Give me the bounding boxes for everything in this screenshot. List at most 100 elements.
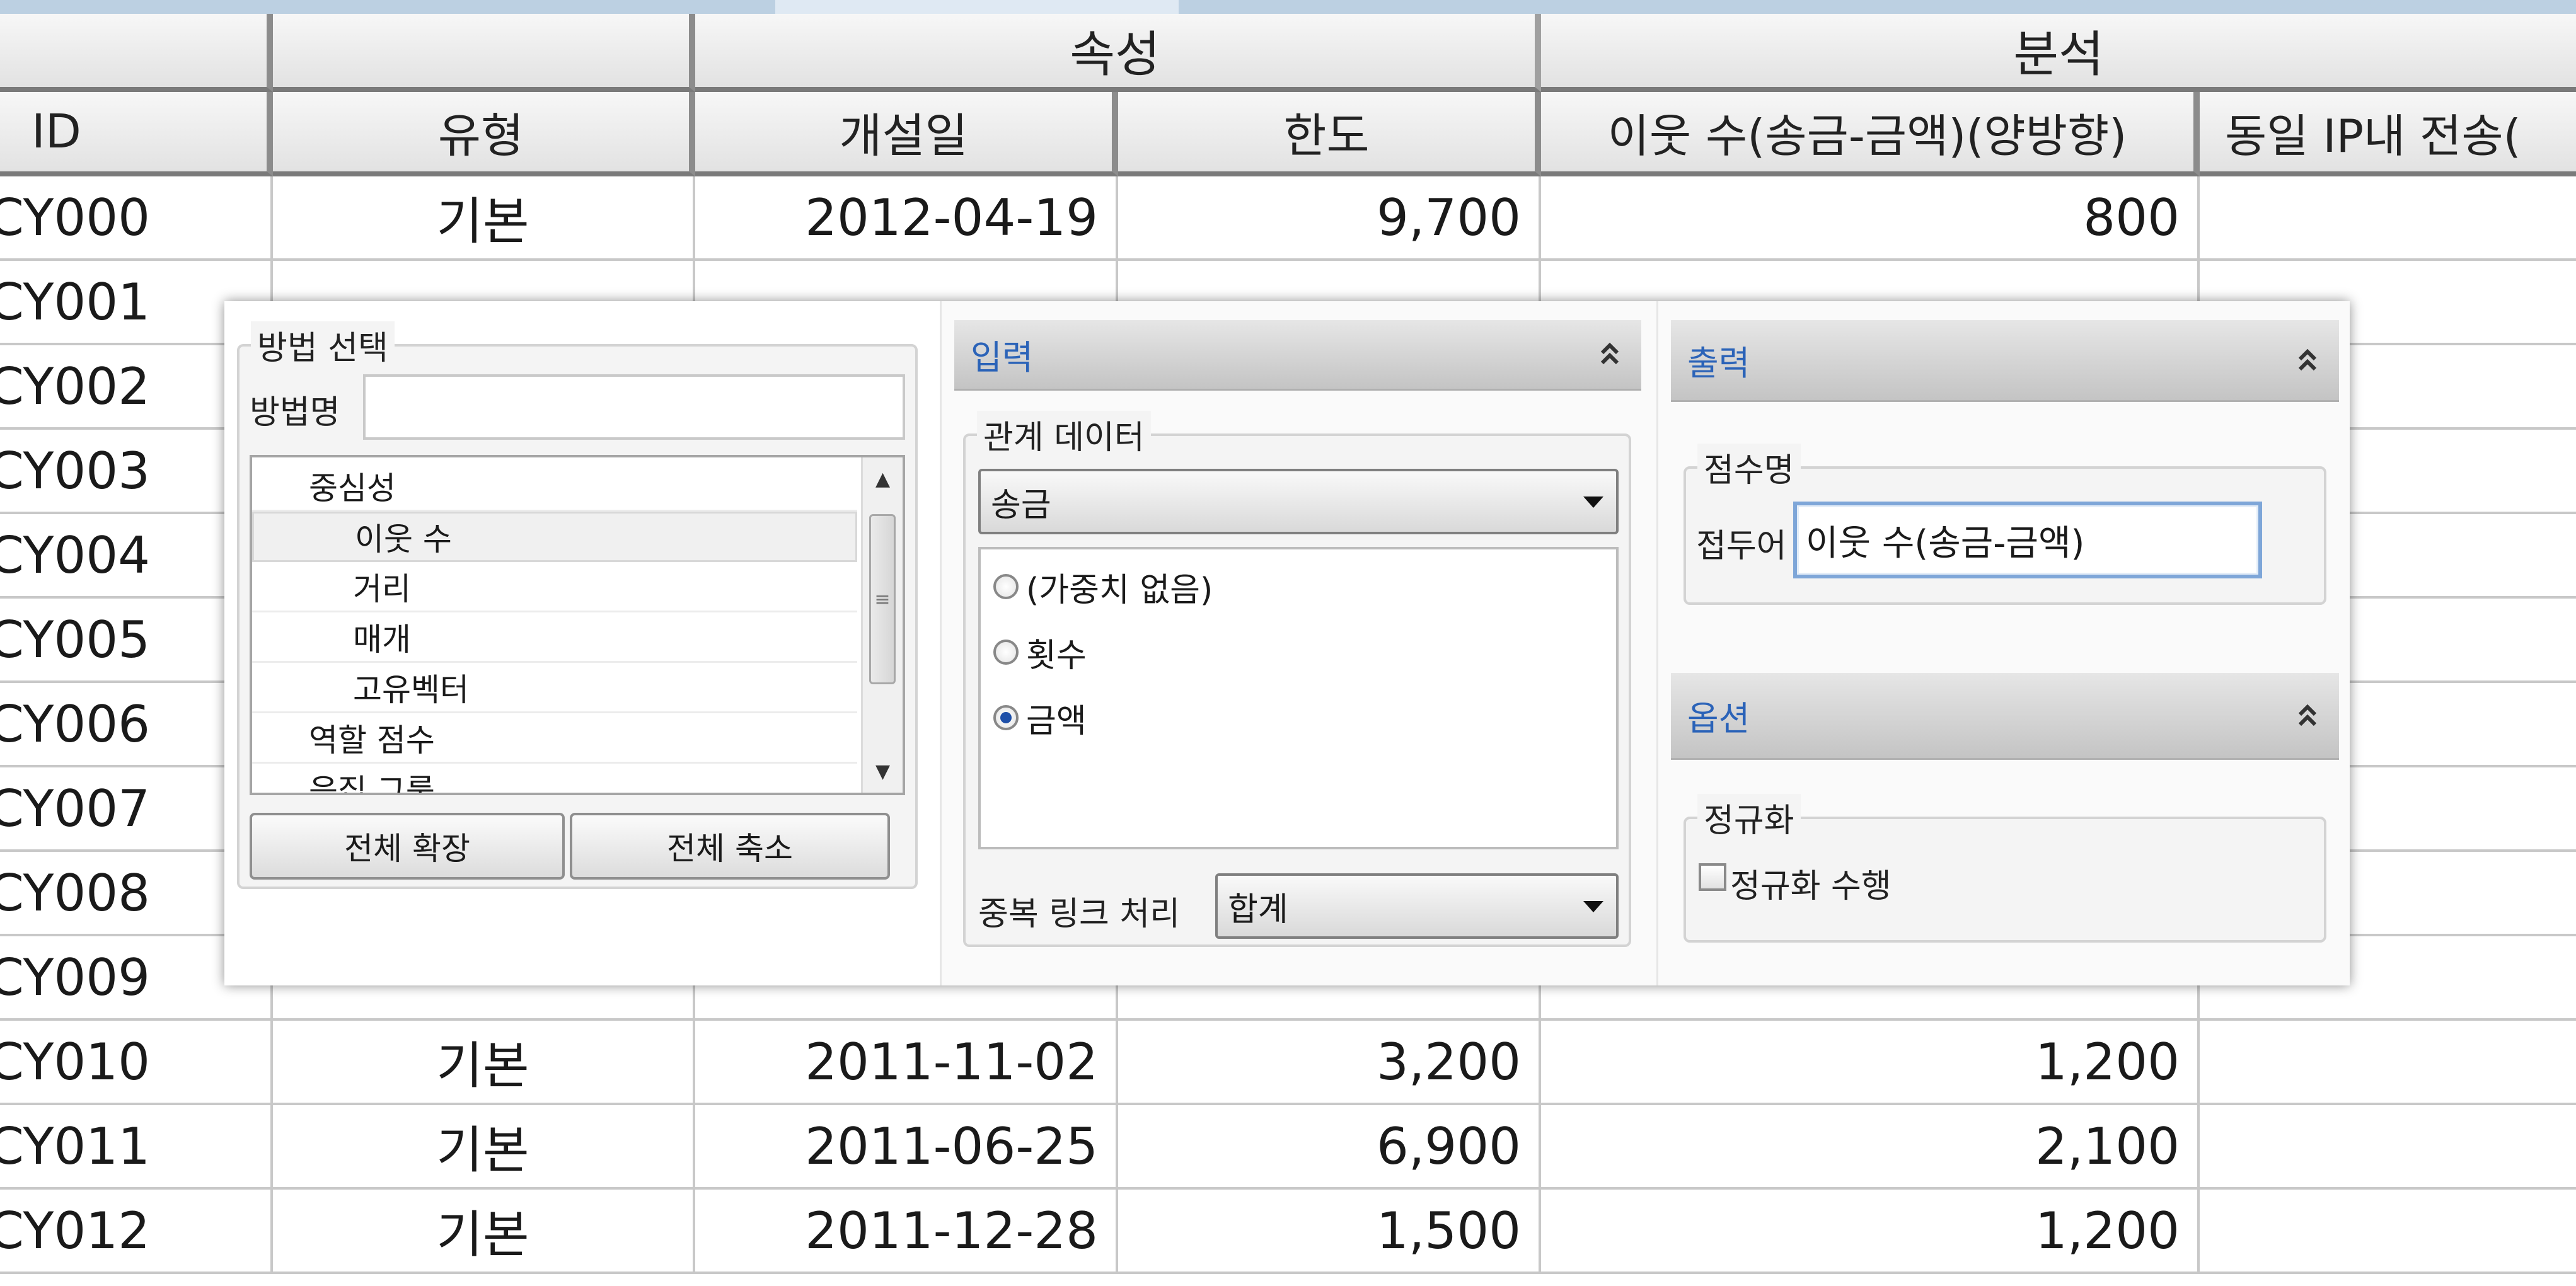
radio-button[interactable] bbox=[993, 705, 1019, 730]
column-header-same-ip-transfer[interactable]: 동일 IP내 전송( bbox=[2200, 92, 2576, 176]
column-header-open-date[interactable]: 개설일 bbox=[695, 92, 1118, 176]
column-header-id[interactable]: ID bbox=[0, 92, 273, 176]
cell-limit[interactable]: 1,500 bbox=[1118, 1190, 1541, 1274]
score-name-legend: 점수명 bbox=[1697, 444, 1801, 491]
cell-same-ip-transfer[interactable] bbox=[2200, 1105, 2576, 1190]
relation-data-legend: 관계 데이터 bbox=[977, 411, 1151, 458]
scroll-thumb[interactable]: ≡ bbox=[869, 514, 896, 684]
radio-button[interactable] bbox=[993, 574, 1019, 599]
dup-link-select[interactable]: 합계 bbox=[1215, 873, 1619, 939]
collapse-up-icon[interactable] bbox=[2295, 343, 2320, 378]
cell-same-ip-transfer[interactable] bbox=[2200, 1190, 2576, 1274]
cell-id-text: CY004 bbox=[0, 525, 151, 585]
weight-radio-option[interactable]: 횟수 bbox=[993, 630, 1087, 675]
method-tree-item[interactable]: 이웃 수 bbox=[252, 512, 857, 562]
relation-data-group: 관계 데이터 송금 (가중치 없음) 횟수금액 중복 링크 처리 합계 bbox=[963, 411, 1631, 947]
input-panel: 입력 관계 데이터 송금 (가중치 없음) 횟수금액 중복 링크 처리 합계 bbox=[942, 301, 1656, 985]
method-name-input[interactable] bbox=[363, 374, 905, 440]
table-row[interactable]: CY000 기본 2012-04-19 9,700 800 bbox=[0, 176, 2576, 261]
cell-limit[interactable]: 9,700 bbox=[1118, 176, 1541, 261]
output-option-panel: 출력 점수명 접두어 이웃 수(송금-금액) 옵션 정규화 정규화 수행 bbox=[1658, 301, 2350, 985]
weight-radio-option[interactable]: (가중치 없음) bbox=[993, 565, 1213, 609]
cell-id-text: CY008 bbox=[0, 863, 151, 922]
cell-id-text: CY005 bbox=[0, 610, 151, 669]
cell-id[interactable]: CY011 bbox=[0, 1105, 273, 1190]
cell-same-ip-transfer[interactable] bbox=[2200, 176, 2576, 261]
cell-limit[interactable]: 3,200 bbox=[1118, 1021, 1541, 1105]
prefix-label: 접두어 bbox=[1696, 527, 1787, 565]
cell-id-text: CY012 bbox=[0, 1201, 151, 1260]
cell-type[interactable]: 기본 bbox=[273, 1105, 695, 1190]
cell-open-date[interactable]: 2011-11-02 bbox=[695, 1021, 1118, 1105]
cell-id-text: CY009 bbox=[0, 948, 151, 1007]
cell-limit[interactable]: 6,900 bbox=[1118, 1105, 1541, 1190]
scroll-down-icon[interactable]: ▼ bbox=[863, 752, 903, 790]
output-section-header[interactable]: 출력 bbox=[1671, 320, 2339, 402]
cell-limit-text: 6,900 bbox=[1376, 1117, 1521, 1176]
table-row[interactable]: CY011 기본 2011-06-25 6,900 2,100 bbox=[0, 1105, 2576, 1190]
normalize-group: 정규화 정규화 수행 bbox=[1684, 794, 2326, 943]
column-header-type[interactable]: 유형 bbox=[273, 92, 695, 176]
cell-id-text: CY002 bbox=[0, 357, 151, 416]
method-tree-item[interactable]: 응집 그룹 bbox=[252, 764, 857, 793]
method-select-group: 방법 선택 방법명 중심성 이웃 수 거리 매개 고유벡터 역할 점수 응집 그룹 ▲ ≡ … bbox=[237, 321, 918, 889]
method-tree[interactable]: 중심성 이웃 수 거리 매개 고유벡터 역할 점수 응집 그룹 ▲ ≡ ▼ bbox=[250, 455, 905, 795]
cell-neighbor-count-text: 800 bbox=[2083, 188, 2180, 247]
method-tree-item[interactable]: 거리 bbox=[252, 562, 857, 612]
chevron-down-icon bbox=[1583, 497, 1603, 508]
cell-neighbor-count[interactable]: 2,100 bbox=[1541, 1105, 2200, 1190]
cell-type[interactable]: 기본 bbox=[273, 1021, 695, 1105]
normalize-checkbox-label[interactable]: 정규화 수행 bbox=[1730, 859, 1892, 907]
relation-data-select[interactable]: 송금 bbox=[978, 469, 1619, 534]
group-header-blank-1 bbox=[0, 14, 273, 92]
table-row[interactable]: CY010 기본 2011-11-02 3,200 1,200 bbox=[0, 1021, 2576, 1105]
cell-neighbor-count-text: 1,200 bbox=[2035, 1032, 2180, 1091]
collapse-up-icon[interactable] bbox=[1597, 336, 1622, 372]
dup-link-value: 합계 bbox=[1228, 890, 1288, 929]
cell-id-text: CY003 bbox=[0, 441, 151, 500]
cell-open-date[interactable]: 2011-06-25 bbox=[695, 1105, 1118, 1190]
method-select-panel: 방법 선택 방법명 중심성 이웃 수 거리 매개 고유벡터 역할 점수 응집 그룹 ▲ ≡ … bbox=[224, 301, 940, 985]
centrality-method-dialog: 방법 선택 방법명 중심성 이웃 수 거리 매개 고유벡터 역할 점수 응집 그룹 ▲ ≡ … bbox=[224, 301, 2350, 985]
column-header-limit[interactable]: 한도 bbox=[1118, 92, 1541, 176]
cell-neighbor-count[interactable]: 1,200 bbox=[1541, 1021, 2200, 1105]
cell-id[interactable]: CY012 bbox=[0, 1190, 273, 1274]
prefix-input[interactable]: 이웃 수(송금-금액) bbox=[1793, 502, 2262, 578]
method-tree-item[interactable]: 고유벡터 bbox=[252, 663, 857, 713]
cell-same-ip-transfer[interactable] bbox=[2200, 1021, 2576, 1105]
cell-id[interactable]: CY000 bbox=[0, 176, 273, 261]
scroll-up-icon[interactable]: ▲ bbox=[863, 460, 903, 498]
top-scroll-strip bbox=[0, 0, 2576, 14]
collapse-all-button[interactable]: 전체 축소 bbox=[570, 813, 890, 880]
cell-limit-text: 3,200 bbox=[1376, 1032, 1521, 1091]
cell-neighbor-count-text: 1,200 bbox=[2035, 1201, 2180, 1260]
table-row[interactable]: CY012 기본 2011-12-28 1,500 1,200 bbox=[0, 1190, 2576, 1274]
method-tree-item[interactable]: 매개 bbox=[252, 612, 857, 663]
radio-button[interactable] bbox=[993, 640, 1019, 665]
option-section-header[interactable]: 옵션 bbox=[1671, 673, 2339, 760]
cell-neighbor-count-text: 2,100 bbox=[2035, 1117, 2180, 1176]
cell-id[interactable]: CY010 bbox=[0, 1021, 273, 1105]
cell-type[interactable]: 기본 bbox=[273, 176, 695, 261]
weight-radio-option[interactable]: 금액 bbox=[993, 696, 1087, 740]
normalize-checkbox[interactable] bbox=[1699, 863, 1726, 891]
cell-neighbor-count[interactable]: 1,200 bbox=[1541, 1190, 2200, 1274]
dup-link-label: 중복 링크 처리 bbox=[978, 895, 1181, 933]
cell-type-text: 기본 bbox=[436, 1205, 529, 1264]
cell-type[interactable]: 기본 bbox=[273, 1190, 695, 1274]
cell-open-date[interactable]: 2012-04-19 bbox=[695, 176, 1118, 261]
cell-id-text: CY011 bbox=[0, 1117, 151, 1176]
method-tree-item[interactable]: 중심성 bbox=[252, 461, 857, 512]
score-name-group: 점수명 접두어 이웃 수(송금-금액) bbox=[1684, 444, 2326, 605]
cell-open-date-text: 2011-06-25 bbox=[805, 1117, 1098, 1176]
expand-all-button[interactable]: 전체 확장 bbox=[250, 813, 565, 880]
collapse-up-icon[interactable] bbox=[2295, 698, 2320, 733]
method-select-legend: 방법 선택 bbox=[251, 321, 395, 369]
method-tree-item[interactable]: 역할 점수 bbox=[252, 713, 857, 764]
method-tree-scrollbar[interactable]: ▲ ≡ ▼ bbox=[861, 457, 903, 793]
cell-open-date[interactable]: 2011-12-28 bbox=[695, 1190, 1118, 1274]
chevron-down-icon bbox=[1583, 901, 1603, 912]
column-header-neighbor-count[interactable]: 이웃 수(송금-금액)(양방향) bbox=[1541, 92, 2200, 176]
cell-neighbor-count[interactable]: 800 bbox=[1541, 176, 2200, 261]
input-section-header[interactable]: 입력 bbox=[954, 320, 1641, 391]
